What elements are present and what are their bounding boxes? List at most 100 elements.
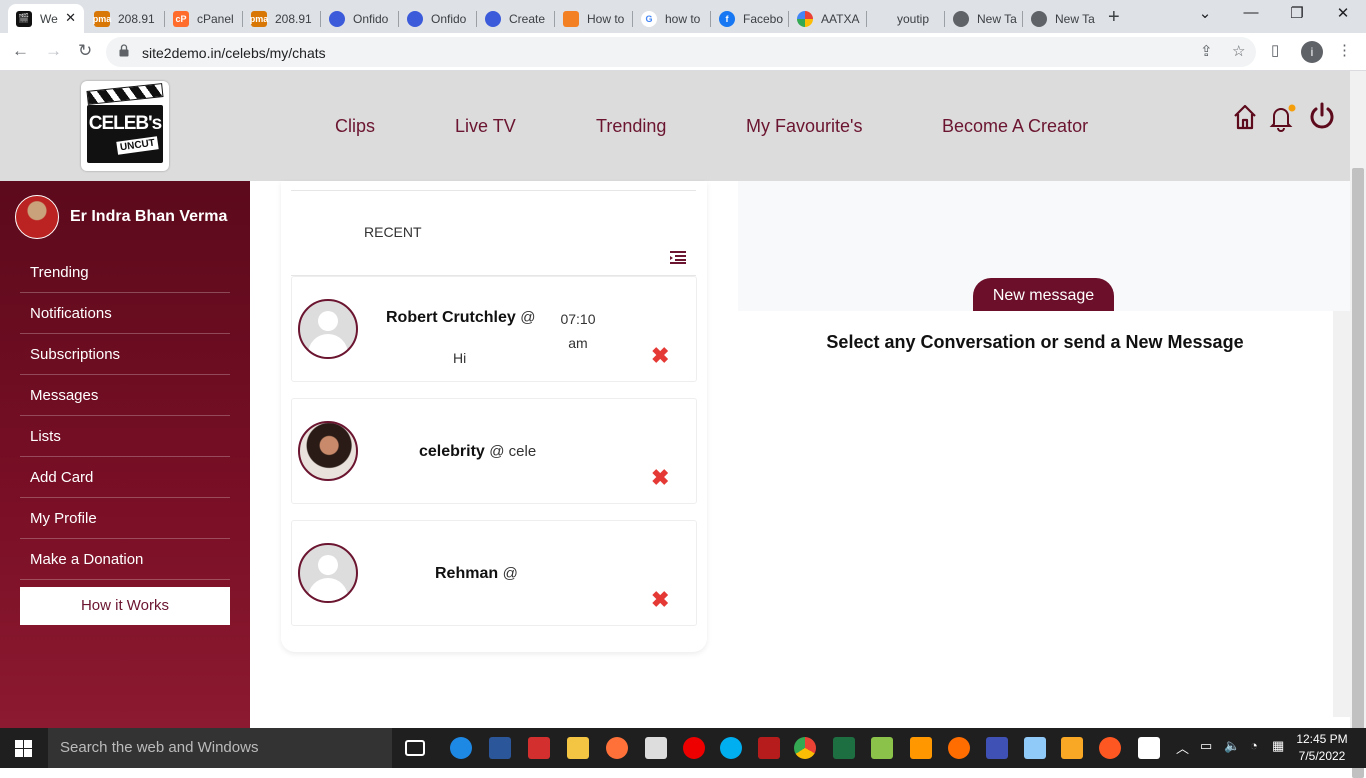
browser-tab[interactable]: Ghow to <box>633 4 711 33</box>
store-icon[interactable] <box>645 737 667 759</box>
nav-clips[interactable]: Clips <box>335 116 375 137</box>
onfido-icon <box>329 10 345 27</box>
browser-tab[interactable]: cP cPanel <box>165 4 243 33</box>
new-message-button[interactable]: New message <box>973 278 1114 314</box>
share-icon[interactable]: ⇪ <box>1200 42 1213 60</box>
system-clock[interactable]: 12:45 PM 7/5/2022 <box>1293 731 1351 765</box>
tab-search-icon[interactable]: ⌄ <box>1182 4 1228 22</box>
chat-list-item[interactable]: Robert Crutchley @ 07:10 am Hi ✖ <box>291 276 697 382</box>
wifi-icon[interactable]: ◔ <box>1250 738 1258 753</box>
tab-title: how to <box>665 11 701 26</box>
logo-subtitle: UNCUT <box>116 136 159 155</box>
reload-button[interactable]: ↻ <box>78 41 92 61</box>
sidebar-item-notifications[interactable]: Notifications <box>20 293 230 334</box>
address-bar[interactable]: site2demo.in/celebs/my/chats ⇪ ☆ <box>106 37 1256 67</box>
site-logo[interactable]: CELEB's UNCUT <box>81 81 169 171</box>
network-app-icon[interactable] <box>986 737 1008 759</box>
keyboard-icon[interactable]: ▦ <box>1272 738 1284 754</box>
delete-chat-icon[interactable]: ✖ <box>651 345 669 367</box>
browser-tab[interactable]: pma 208.91 <box>243 4 321 33</box>
google-icon: G <box>641 10 657 27</box>
scrollbar-thumb[interactable] <box>1352 168 1364 778</box>
browser-tab[interactable]: Onfido <box>321 4 399 33</box>
opera-icon[interactable] <box>683 737 705 759</box>
sidebar-item-messages[interactable]: Messages <box>20 375 230 416</box>
windows-start-icon[interactable] <box>15 740 32 757</box>
home-icon[interactable] <box>1233 103 1257 131</box>
side-panel-icon[interactable]: ▯ <box>1271 41 1279 59</box>
notes-app-icon[interactable] <box>1024 737 1046 759</box>
task-view-icon[interactable] <box>405 740 425 756</box>
browser-tab[interactable]: New Ta <box>1023 4 1101 33</box>
battery-icon[interactable]: ▭ <box>1200 738 1212 754</box>
browser-tab[interactable]: 🎬 We ✕ <box>8 4 84 33</box>
new-tab-button[interactable]: + <box>1108 6 1120 29</box>
nav-live-tv[interactable]: Live TV <box>455 116 516 137</box>
sublime-text-icon[interactable] <box>910 737 932 759</box>
sidebar-item-trending[interactable]: Trending <box>20 252 230 293</box>
acrobat-icon[interactable] <box>528 737 550 759</box>
browser-tab[interactable]: pma 208.91 <box>86 4 165 33</box>
forward-button[interactable]: → <box>45 41 62 61</box>
browser-tab[interactable]: How to <box>555 4 633 33</box>
contact-handle: @ <box>502 565 518 582</box>
video-editor-icon[interactable] <box>1138 737 1160 759</box>
taskbar-search-input[interactable]: Search the web and Windows <box>48 728 392 768</box>
nav-trending[interactable]: Trending <box>596 116 666 137</box>
last-message: Hi <box>453 350 467 366</box>
filter-list-icon[interactable] <box>670 251 686 264</box>
delete-chat-icon[interactable]: ✖ <box>651 589 669 611</box>
skype-icon[interactable] <box>720 737 742 759</box>
excel-icon[interactable] <box>833 737 855 759</box>
phpmyadmin-icon: pma <box>250 10 268 27</box>
browser-tab[interactable]: AATXA <box>789 4 867 33</box>
nav-become-a-creator[interactable]: Become A Creator <box>942 116 1088 137</box>
minimize-button[interactable]: — <box>1228 4 1274 21</box>
browser-tab[interactable]: New Ta <box>945 4 1023 33</box>
charts-app-icon[interactable] <box>871 737 893 759</box>
page-scrollbar[interactable] <box>1350 71 1366 778</box>
sidebar-item-lists[interactable]: Lists <box>20 416 230 457</box>
search-input[interactable] <box>291 190 696 191</box>
filezilla-icon[interactable] <box>758 737 780 759</box>
restore-button[interactable]: ❐ <box>1274 4 1320 22</box>
user-profile[interactable]: Er Indra Bhan Verma <box>15 195 227 239</box>
back-button[interactable]: ← <box>12 41 29 61</box>
outlook-icon[interactable] <box>1061 737 1083 759</box>
edge-icon[interactable] <box>450 737 472 759</box>
conversation-scrollbar[interactable] <box>1333 311 1350 717</box>
browser-tab[interactable]: Onfido <box>399 4 477 33</box>
tab-title: cPanel <box>197 11 234 26</box>
profile-avatar[interactable]: i <box>1301 41 1323 63</box>
close-tab-icon[interactable]: ✕ <box>65 10 76 26</box>
volume-icon[interactable]: 🔈 <box>1224 738 1240 754</box>
menu-kebab-icon[interactable]: ⋮ <box>1337 41 1352 59</box>
delete-chat-icon[interactable]: ✖ <box>651 467 669 489</box>
phpmyadmin-icon: pma <box>93 10 111 27</box>
firefox-icon[interactable] <box>606 737 628 759</box>
close-window-button[interactable]: ✕ <box>1320 4 1366 22</box>
power-logout-icon[interactable] <box>1308 101 1336 131</box>
browser-tab[interactable]: youtip <box>867 4 945 33</box>
sidebar-item-subscriptions[interactable]: Subscriptions <box>20 334 230 375</box>
facebook-icon: f <box>719 10 735 27</box>
vlc-icon[interactable] <box>948 737 970 759</box>
file-explorer-icon[interactable] <box>567 737 589 759</box>
browser-tab[interactable]: f Facebo <box>711 4 789 33</box>
chevron-up-icon[interactable]: ︿ <box>1176 738 1189 757</box>
sidebar-item-add-card[interactable]: Add Card <box>20 457 230 498</box>
bookmark-star-icon[interactable]: ☆ <box>1232 42 1245 60</box>
how-it-works-button[interactable]: How it Works <box>20 587 230 625</box>
chrome-icon[interactable] <box>794 737 816 759</box>
notification-bell-icon[interactable] <box>1267 103 1297 133</box>
tab-title: New Ta <box>1055 11 1095 26</box>
recent-label: RECENT <box>364 224 422 240</box>
word-icon[interactable] <box>489 737 511 759</box>
chat-list-item[interactable]: celebrity @ cele ✖ <box>291 398 697 504</box>
browser-tab[interactable]: Create <box>477 4 555 33</box>
brave-icon[interactable] <box>1099 737 1121 759</box>
nav-my-favourites[interactable]: My Favourite's <box>746 116 862 137</box>
chat-list-item[interactable]: Rehman @ ✖ <box>291 520 697 626</box>
sidebar-item-my-profile[interactable]: My Profile <box>20 498 230 539</box>
sidebar-item-make-a-donation[interactable]: Make a Donation <box>20 539 230 580</box>
